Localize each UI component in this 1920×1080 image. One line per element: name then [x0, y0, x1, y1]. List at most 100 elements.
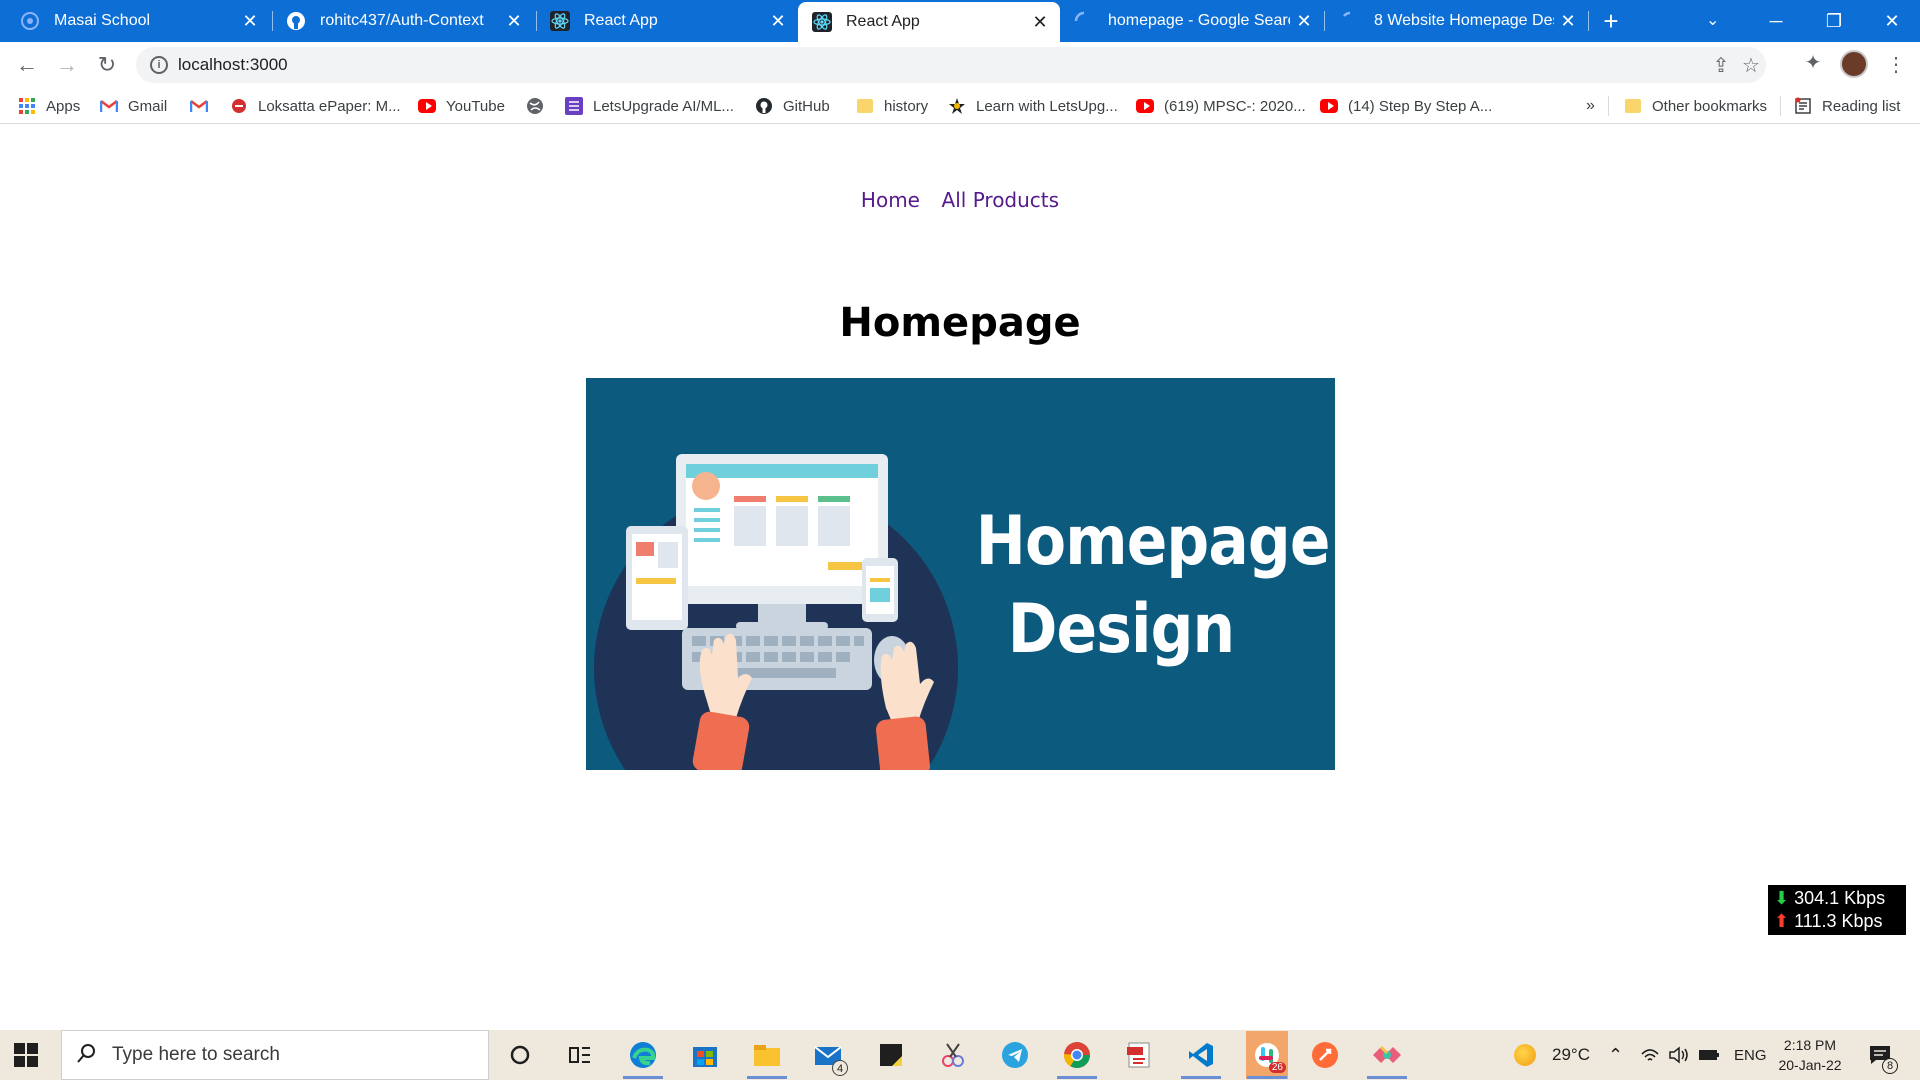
minimize-icon[interactable]: ─ [1748, 0, 1804, 42]
url-text[interactable]: localhost:3000 [178, 55, 288, 75]
sun-icon [1514, 1044, 1536, 1066]
close-tab-icon[interactable]: ✕ [1026, 12, 1054, 33]
microsoft-store-icon[interactable] [688, 1038, 722, 1072]
react-icon [550, 11, 570, 31]
slack-icon[interactable]: 26 [1246, 1031, 1288, 1079]
taskbar-search-input[interactable]: Type here to search [61, 1030, 489, 1080]
menu-kebab-icon[interactable]: ⋮ [1886, 52, 1906, 77]
folder-icon [1624, 97, 1642, 115]
back-arrow-icon[interactable]: ← [12, 50, 42, 80]
reading-list-icon [1794, 97, 1812, 115]
tab-auth-context[interactable]: rohitc437/Auth-Context ✕ [272, 0, 534, 42]
close-tab-icon[interactable]: ✕ [764, 11, 792, 32]
folder-icon [856, 97, 874, 115]
bookmarks-overflow-chevron-icon[interactable]: » [1586, 96, 1595, 116]
vscode-icon[interactable] [1184, 1038, 1218, 1072]
nav-link-home[interactable]: Home [861, 188, 920, 212]
reading-list-button[interactable]: Reading list [1794, 96, 1900, 116]
bookmark-step-by-step[interactable]: (14) Step By Step A... [1320, 96, 1492, 116]
input-language[interactable]: ENG [1734, 1030, 1767, 1080]
tab-website-homepage[interactable]: 8 Website Homepage Desig ✕ [1326, 0, 1588, 42]
tab-strip: Masai School ✕ rohitc437/Auth-Context ✕ … [0, 0, 1920, 42]
upload-arrow-icon: ⬆ [1774, 911, 1790, 931]
masai-logo-icon [20, 11, 40, 31]
bookmark-divider [1608, 96, 1609, 116]
download-arrow-icon: ⬇ [1774, 888, 1790, 908]
gitkraken-icon[interactable] [1370, 1038, 1404, 1072]
avatar[interactable] [1840, 50, 1868, 78]
page-title: Homepage [839, 300, 1081, 346]
restore-icon[interactable]: ❐ [1806, 0, 1862, 42]
bookmark-apps[interactable]: Apps [18, 96, 80, 116]
battery-icon[interactable] [1698, 1030, 1720, 1080]
close-tab-icon[interactable]: ✕ [1554, 11, 1582, 32]
bookmarks-bar: Apps Gmail Loksatta ePaper: M... YouTube… [0, 88, 1920, 124]
loading-spinner-icon [1074, 11, 1094, 31]
mail-icon[interactable]: 4 [812, 1038, 848, 1076]
snip-sketch-icon[interactable] [936, 1038, 970, 1072]
share-icon[interactable]: ⇪ [1710, 55, 1732, 77]
edge-running-indicator [623, 1076, 663, 1079]
bookmark-learn-letsupgrade[interactable]: Learn with LetsUpg... [948, 96, 1118, 116]
edge-icon[interactable] [626, 1038, 660, 1072]
telegram-icon[interactable] [998, 1038, 1032, 1072]
task-view-icon[interactable] [563, 1038, 597, 1072]
bookmark-folder-history[interactable]: history [856, 96, 928, 116]
github-icon [286, 11, 306, 31]
tab-react-app-active[interactable]: React App ✕ [798, 2, 1060, 42]
postman-icon[interactable] [1308, 1038, 1342, 1072]
tray-chevron-icon[interactable]: ⌃ [1608, 1030, 1623, 1080]
download-speed: 304.1 Kbps [1794, 888, 1886, 908]
wifi-icon[interactable] [1640, 1030, 1660, 1080]
vscode-running-indicator [1181, 1076, 1221, 1079]
bookmark-loksatta[interactable]: Loksatta ePaper: M... [230, 96, 401, 116]
forward-arrow-icon[interactable]: → [52, 50, 82, 80]
close-tab-icon[interactable]: ✕ [236, 11, 264, 32]
youtube-icon [418, 97, 436, 115]
slack-running-indicator [1247, 1076, 1287, 1079]
volume-icon[interactable] [1668, 1030, 1690, 1080]
gmail-icon [100, 97, 118, 115]
windows-start-icon[interactable] [14, 1043, 38, 1067]
hero-line-1: Homepage [975, 502, 1331, 581]
clock[interactable]: 2:18 PM 20-Jan-22 [1774, 1030, 1846, 1080]
address-bar[interactable]: i localhost:3000 ⇪ ☆ [136, 47, 1766, 83]
hero-banner-image: Homepage Design [586, 378, 1335, 770]
tab-masai-school[interactable]: Masai School ✕ [0, 0, 270, 42]
bookmark-youtube[interactable]: YouTube [418, 96, 505, 116]
sticky-notes-icon[interactable] [874, 1038, 908, 1072]
close-tab-icon[interactable]: ✕ [1290, 11, 1318, 32]
tab-react-app[interactable]: React App ✕ [536, 0, 798, 42]
cortana-icon[interactable] [503, 1038, 537, 1072]
tab-google-search[interactable]: homepage - Google Search ✕ [1062, 0, 1324, 42]
pdf-app-icon[interactable] [1122, 1038, 1156, 1072]
tab-search-chevron-icon[interactable]: ⌄ [1706, 10, 1719, 30]
nav-link-all-products[interactable]: All Products [942, 188, 1060, 212]
extensions-puzzle-icon[interactable]: ✦ [1802, 52, 1824, 74]
search-placeholder: Type here to search [112, 1044, 280, 1065]
mail-badge: 4 [832, 1060, 848, 1076]
bookmark-star-icon[interactable]: ☆ [1740, 55, 1762, 77]
loading-spinner-icon [1340, 11, 1360, 31]
site-info-icon[interactable]: i [150, 56, 168, 74]
chrome-icon[interactable] [1060, 1038, 1094, 1072]
close-tab-icon[interactable]: ✕ [500, 11, 528, 32]
bookmark-github[interactable]: GitHub [755, 96, 830, 116]
youtube-icon [1320, 97, 1338, 115]
reload-icon[interactable]: ↻ [92, 50, 122, 80]
bookmark-gmail[interactable]: Gmail [100, 96, 167, 116]
clock-date: 20-Jan-22 [1778, 1057, 1842, 1073]
bookmark-mpsc[interactable]: (619) MPSC-: 2020... [1136, 96, 1306, 116]
gitkraken-running-indicator [1367, 1076, 1407, 1079]
file-explorer-icon[interactable] [750, 1038, 784, 1072]
new-tab-button[interactable]: + [1596, 6, 1626, 36]
notification-center-icon[interactable]: 8 [1868, 1030, 1898, 1080]
bookmark-globe[interactable] [526, 96, 554, 116]
bookmark-gmail-2[interactable] [190, 96, 218, 116]
weather-widget[interactable]: 29°C [1514, 1030, 1590, 1080]
hero-text: Homepage Design [975, 498, 1331, 674]
clock-time: 2:18 PM [1783, 1037, 1837, 1053]
bookmark-letsupgrade-aiml[interactable]: LetsUpgrade AI/ML... [565, 96, 734, 116]
close-window-icon[interactable]: ✕ [1864, 0, 1920, 42]
bookmark-other-bookmarks[interactable]: Other bookmarks [1624, 96, 1767, 116]
